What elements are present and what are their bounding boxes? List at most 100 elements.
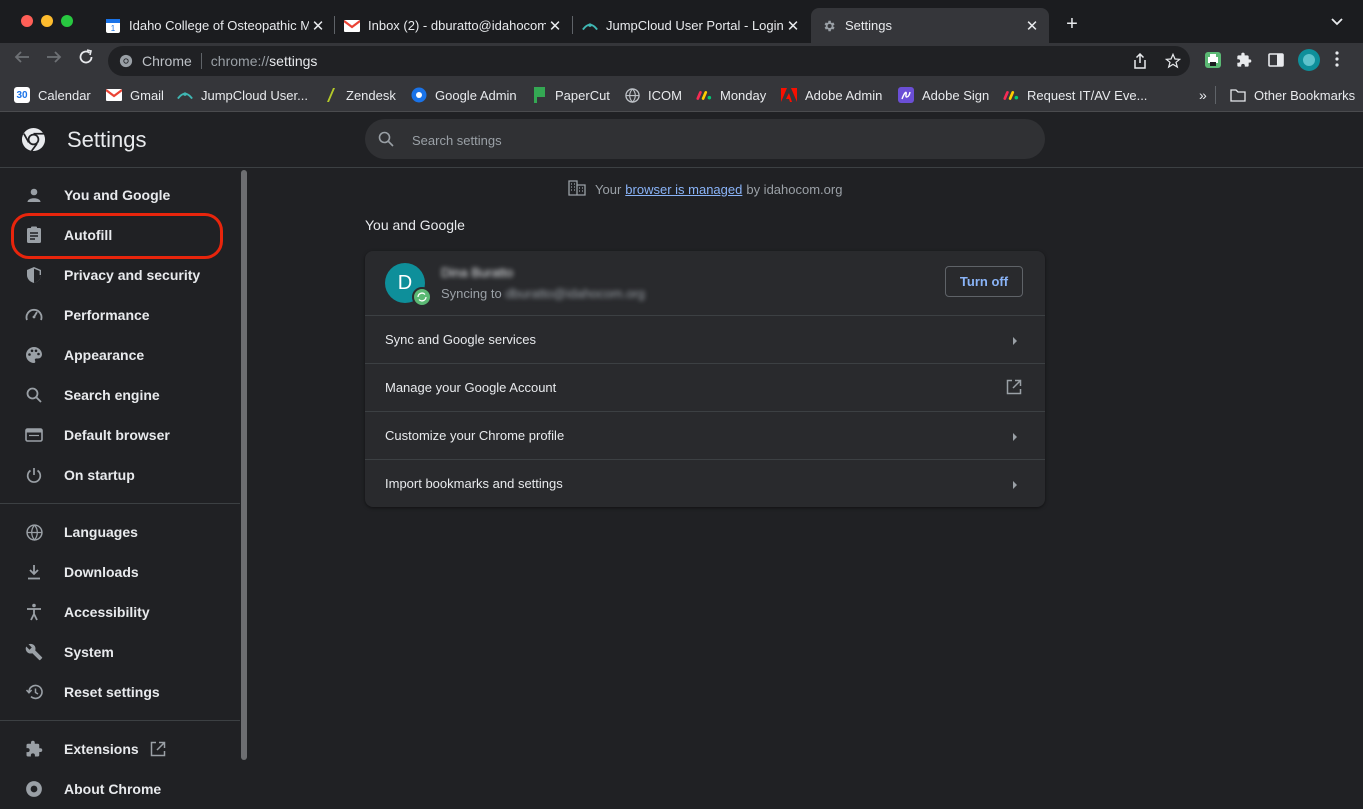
browser-window-icon (24, 425, 44, 445)
site-chip: Chrome (142, 53, 192, 69)
tab-jumpcloud[interactable]: JumpCloud User Portal - Login ✕ (572, 8, 810, 43)
accessibility-icon (24, 602, 44, 622)
minimize-window-button[interactable] (41, 15, 53, 27)
sidebar-item-performance[interactable]: Performance (0, 295, 240, 335)
url-text: chrome://settings (210, 53, 318, 69)
svg-text:1: 1 (111, 24, 116, 33)
chrome-icon (119, 54, 133, 71)
gmail-icon (344, 18, 360, 34)
zendesk-icon (322, 87, 338, 103)
puzzle-icon[interactable] (1236, 52, 1252, 71)
bookmark-star-icon[interactable] (1164, 52, 1182, 72)
bookmark-icom[interactable]: ICOM (624, 85, 682, 105)
history-icon (24, 682, 44, 702)
tab-title: JumpCloud User Portal - Login (606, 18, 784, 33)
sidebar-item-extensions[interactable]: Extensions (0, 729, 240, 769)
tab-search-chevron-icon[interactable] (1331, 14, 1343, 29)
tab-settings[interactable]: Settings ✕ (811, 8, 1049, 43)
sidebar-item-reset-settings[interactable]: Reset settings (0, 672, 240, 712)
globe-icon (624, 87, 640, 103)
sidebar-item-about-chrome[interactable]: About Chrome (0, 769, 240, 809)
share-icon[interactable] (1133, 52, 1147, 72)
chrome-icon (24, 779, 44, 799)
bookmark-monday[interactable]: Monday (696, 85, 766, 105)
tab-icom[interactable]: 1 Idaho College of Osteopathic M ✕ (95, 8, 335, 43)
forward-button[interactable] (43, 49, 65, 70)
page-title: Settings (67, 127, 147, 152)
row-customize-chrome-profile[interactable]: Customize your Chrome profile (365, 411, 1045, 459)
monday-icon (696, 87, 712, 103)
bookmark-calendar[interactable]: 30 Calendar (14, 85, 91, 105)
monday-icon (1003, 87, 1019, 103)
sidebar-item-accessibility[interactable]: Accessibility (0, 592, 240, 632)
sidebar-item-downloads[interactable]: Downloads (0, 552, 240, 592)
download-icon (24, 562, 44, 582)
jumpcloud-icon (582, 18, 598, 34)
search-icon (378, 131, 394, 150)
palette-icon (24, 345, 44, 365)
close-tab-icon[interactable]: ✕ (784, 17, 802, 35)
search-icon (24, 385, 44, 405)
bookmark-papercut[interactable]: PaperCut (531, 85, 610, 105)
close-tab-icon[interactable]: ✕ (1023, 17, 1041, 35)
profile-row: D Dina Buratto Syncing to dburatto@idaho… (365, 251, 1045, 315)
bookmarks-bar: 30 Calendar Gmail JumpCloud User... Zend… (0, 79, 1363, 112)
tab-title: Idaho College of Osteopathic M (129, 18, 309, 33)
sidebar-item-you-and-google[interactable]: You and Google (0, 175, 240, 215)
new-tab-button[interactable]: + (1061, 13, 1083, 36)
reload-button[interactable] (75, 49, 97, 70)
sidebar-item-on-startup[interactable]: On startup (0, 455, 240, 495)
tab-inbox[interactable]: Inbox (2) - dburatto@idahocom ✕ (334, 8, 572, 43)
address-bar[interactable]: Chrome chrome://settings (108, 46, 1190, 76)
sidebar-scrollbar[interactable] (241, 170, 247, 760)
close-tab-icon[interactable]: ✕ (546, 17, 564, 35)
settings-header: Settings (0, 112, 1363, 168)
search-input[interactable] (410, 119, 1014, 161)
close-tab-icon[interactable]: ✕ (309, 17, 327, 35)
side-panel-icon[interactable] (1268, 52, 1284, 71)
sidebar-item-default-browser[interactable]: Default browser (0, 415, 240, 455)
bookmark-adobe-admin[interactable]: Adobe Admin (781, 85, 882, 105)
sidebar-item-appearance[interactable]: Appearance (0, 335, 240, 375)
bookmark-adobe-sign[interactable]: Adobe Sign (898, 85, 989, 105)
external-link-icon (1006, 379, 1022, 398)
bookmarks-overflow-chevron-icon[interactable]: » (1199, 85, 1207, 105)
sidebar-item-privacy-and-security[interactable]: Privacy and security (0, 255, 240, 295)
bookmark-google-admin[interactable]: Google Admin (411, 85, 517, 105)
row-sync-and-google-services[interactable]: Sync and Google services (365, 315, 1045, 363)
search-settings-box[interactable] (365, 119, 1045, 161)
sidebar-item-system[interactable]: System (0, 632, 240, 672)
arrow-right-icon (1011, 334, 1019, 349)
jumpcloud-icon (177, 87, 193, 103)
external-link-icon (150, 741, 166, 760)
row-import-bookmarks[interactable]: Import bookmarks and settings (365, 459, 1045, 507)
bookmark-jumpcloud[interactable]: JumpCloud User... (177, 85, 308, 105)
bookmark-gmail[interactable]: Gmail (106, 85, 164, 105)
adobe-sign-icon (898, 87, 914, 103)
adobe-icon (781, 87, 797, 103)
close-window-button[interactable] (21, 15, 33, 27)
managed-browser-notice: Your browser is managed by idahocom.org (568, 180, 842, 199)
bookmark-request-it[interactable]: Request IT/AV Eve... (1003, 85, 1147, 105)
gear-icon (821, 18, 837, 34)
row-manage-google-account[interactable]: Manage your Google Account (365, 363, 1045, 411)
bookmark-zendesk[interactable]: Zendesk (322, 85, 396, 105)
sidebar-item-languages[interactable]: Languages (0, 512, 240, 552)
speedometer-icon (24, 305, 44, 325)
papercut-icon (531, 87, 547, 103)
back-button[interactable] (11, 49, 33, 70)
more-menu-icon[interactable] (1335, 51, 1339, 70)
sync-email: dburatto@idahocom.org (505, 286, 645, 301)
person-icon (24, 185, 44, 205)
turn-off-sync-button[interactable]: Turn off (945, 266, 1023, 297)
maximize-window-button[interactable] (61, 15, 73, 27)
chrome-logo-icon (21, 127, 46, 155)
section-title: You and Google (365, 217, 465, 233)
tab-title: Inbox (2) - dburatto@idahocom (368, 18, 546, 33)
bookmark-other-bookmarks[interactable]: Other Bookmarks (1230, 85, 1355, 105)
browser-is-managed-link[interactable]: browser is managed (625, 182, 742, 197)
printer-extension-icon[interactable] (1204, 51, 1222, 72)
sidebar-item-search-engine[interactable]: Search engine (0, 375, 240, 415)
sync-status: Syncing to dburatto@idahocom.org (441, 286, 645, 301)
profile-avatar-icon[interactable] (1298, 49, 1320, 74)
